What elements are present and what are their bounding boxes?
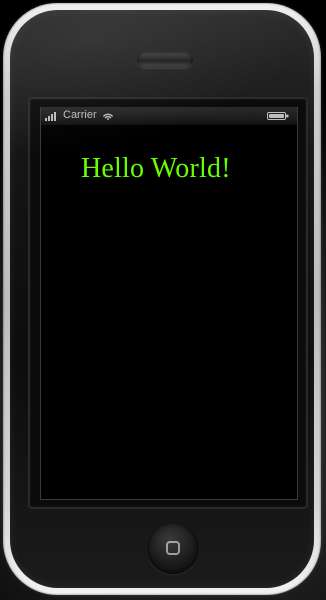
earpiece-speaker xyxy=(137,52,193,68)
hello-world-text: Hello World! xyxy=(81,153,231,184)
phone-body: Carrier Hello World! xyxy=(3,3,321,595)
screen-frame: Carrier Hello World! xyxy=(30,99,306,507)
home-square-icon xyxy=(166,541,180,555)
status-bar: Carrier xyxy=(41,107,297,125)
device-background: Carrier Hello World! xyxy=(0,0,326,600)
carrier-label: Carrier xyxy=(63,109,97,121)
status-left: Carrier xyxy=(45,110,115,121)
signal-bars-icon xyxy=(45,111,59,121)
wifi-icon xyxy=(101,111,115,121)
home-button[interactable] xyxy=(147,522,199,574)
phone-screen: Carrier Hello World! xyxy=(40,107,298,500)
battery-icon xyxy=(267,111,289,121)
phone-bezel: Carrier Hello World! xyxy=(10,10,314,588)
